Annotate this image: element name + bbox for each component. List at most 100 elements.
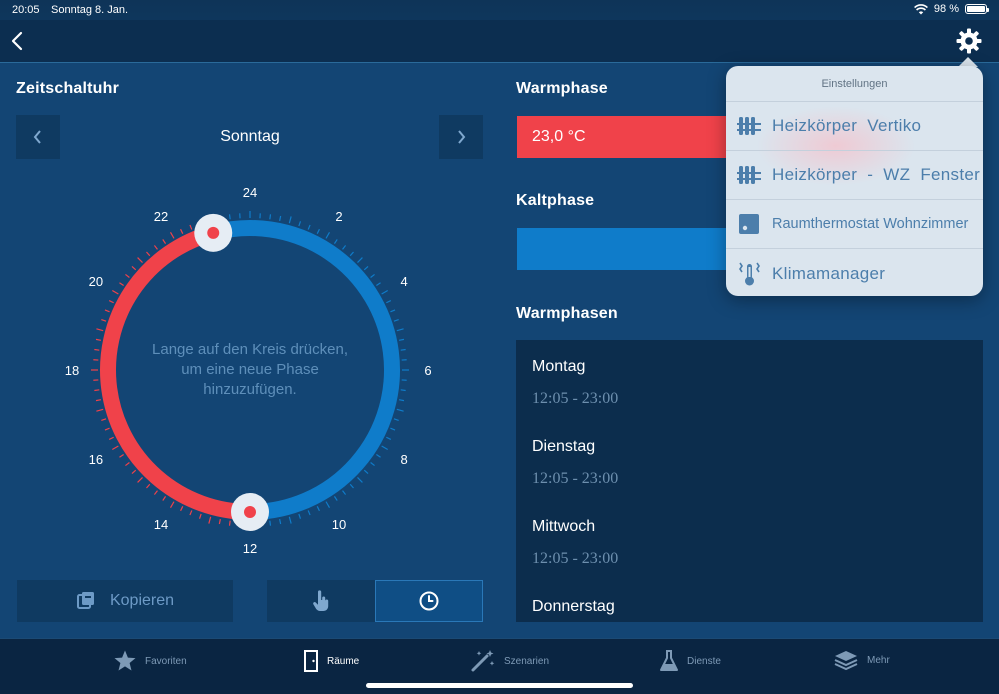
popover-item-klimamanager[interactable]: Klimamanager	[726, 249, 983, 296]
warmphasen-title: Warmphasen	[516, 305, 618, 322]
dial-tick	[376, 453, 381, 458]
tab-szenarien[interactable]: Szenarien	[470, 649, 549, 673]
battery-percent: 98 %	[933, 3, 959, 15]
dial-tick	[208, 516, 212, 524]
dial-tick	[169, 232, 175, 239]
dial-tick	[357, 257, 363, 263]
hint-line-2: um eine neue Phase	[181, 361, 319, 378]
dial-tick	[146, 483, 151, 489]
warm-end-handle[interactable]	[194, 213, 233, 252]
hour-label: 10	[332, 517, 346, 532]
tab-label: Räume	[327, 655, 360, 667]
dial-tick	[96, 328, 104, 332]
next-day-button[interactable]	[439, 115, 483, 159]
list-item-time: 12:05 - 23:00	[532, 390, 619, 407]
dial-tick	[189, 510, 193, 516]
dial-tick	[125, 462, 130, 467]
dial-tick	[119, 453, 124, 458]
dial-tick	[162, 239, 167, 244]
warm-temperature-value: 23,0 °C	[532, 128, 586, 145]
cold-temperature-slider[interactable]	[517, 228, 729, 270]
dial-tick	[398, 399, 405, 402]
dial-tick	[349, 251, 354, 257]
schedule-mode-button[interactable]	[375, 580, 483, 622]
dial-tick	[153, 490, 158, 495]
list-item-day: Montag	[532, 358, 586, 375]
thermostat-icon	[736, 211, 762, 237]
popover-item-label: Heizkörper - WZ Fenster	[772, 165, 981, 184]
dial-tick	[228, 214, 231, 220]
warm-start-handle[interactable]	[231, 493, 269, 531]
dial-tick	[288, 216, 292, 224]
dial-tick	[390, 309, 396, 313]
warmphasen-list[interactable]: Montag 12:05 - 23:00 Dienstag 12:05 - 23…	[516, 340, 983, 622]
dial-tick	[131, 266, 137, 271]
hand-pointer-icon	[313, 590, 329, 611]
tab-label: Dienste	[687, 655, 721, 667]
dial-tick	[112, 445, 119, 451]
dial-tick	[137, 477, 143, 483]
dial-tick	[307, 224, 311, 230]
dial-tick	[180, 228, 184, 234]
tab-label: Favoriten	[145, 655, 187, 667]
dial-tick	[269, 520, 272, 526]
dial-tick	[381, 289, 388, 295]
popover-item-label: Klimamanager	[772, 263, 886, 283]
app-screen: 20:05 Sonntag 8. Jan. 98 % Zeitschaltuhr…	[0, 0, 999, 694]
status-bar: 20:05 Sonntag 8. Jan. 98 %	[0, 0, 999, 20]
back-chevron-icon[interactable]	[6, 28, 30, 54]
dial-tick	[333, 496, 338, 501]
dial-tick	[101, 318, 107, 322]
dial-tick	[325, 232, 331, 239]
dial-tick	[298, 221, 302, 227]
dial-tick	[393, 318, 399, 322]
star-icon	[114, 650, 136, 671]
dial-tick	[169, 501, 175, 508]
layers-icon	[834, 651, 858, 671]
dial-tick	[325, 501, 331, 508]
popover-item-heizkoerper-wz-fenster[interactable]: Heizkörper - WZ Fenster	[726, 151, 983, 200]
tab-favoriten[interactable]: Favoriten	[113, 649, 187, 673]
dial-tick	[146, 251, 151, 257]
dial-tick	[108, 300, 114, 304]
tab-raeume[interactable]: Räume	[303, 649, 359, 673]
dial-tick	[104, 427, 110, 431]
flask-icon	[660, 650, 678, 671]
previous-day-button[interactable]	[16, 115, 60, 159]
popover-item-label: Heizkörper Vertiko	[772, 116, 922, 135]
dial-tick	[307, 510, 311, 516]
manual-mode-button[interactable]	[267, 580, 375, 622]
hour-label: 12	[243, 541, 257, 556]
dial-tick	[95, 399, 102, 402]
dial-tick	[316, 228, 320, 234]
clock-icon	[419, 591, 439, 611]
dial-tick	[94, 389, 100, 392]
tab-mehr[interactable]: Mehr	[833, 649, 890, 671]
dial-tick	[349, 483, 354, 489]
dial-tick	[390, 427, 396, 431]
timer-title: Zeitschaltuhr	[16, 80, 120, 97]
dial-tick	[137, 257, 143, 263]
hour-label: 18	[65, 363, 79, 378]
dial-tick	[400, 389, 406, 392]
dial-tick	[189, 224, 193, 230]
hour-label: 20	[89, 274, 103, 289]
climate-manager-icon	[736, 261, 762, 287]
settings-popover: Einstellungen Heizkörper Vertiko Heizkör…	[726, 66, 983, 296]
dial-tick	[104, 309, 110, 313]
dial-tick	[316, 506, 320, 512]
navigation-bar	[0, 20, 999, 62]
gear-icon[interactable]	[955, 27, 983, 55]
dial-tick	[333, 239, 338, 244]
popover-item-heizkoerper-vertiko[interactable]: Heizkörper Vertiko	[726, 102, 983, 151]
dial-tick	[342, 245, 347, 250]
dial-tick	[95, 338, 102, 341]
popover-item-label: Raumthermostat Wohnzimmer	[772, 216, 969, 232]
copy-button[interactable]: Kopieren	[17, 580, 233, 622]
popover-item-raumthermostat[interactable]: Raumthermostat Wohnzimmer	[726, 200, 983, 249]
tab-dienste[interactable]: Dienste	[659, 649, 721, 673]
dial-tick	[288, 516, 292, 524]
dial-tick	[162, 496, 167, 501]
dial-tick	[376, 282, 381, 287]
dial-tick	[370, 462, 375, 467]
